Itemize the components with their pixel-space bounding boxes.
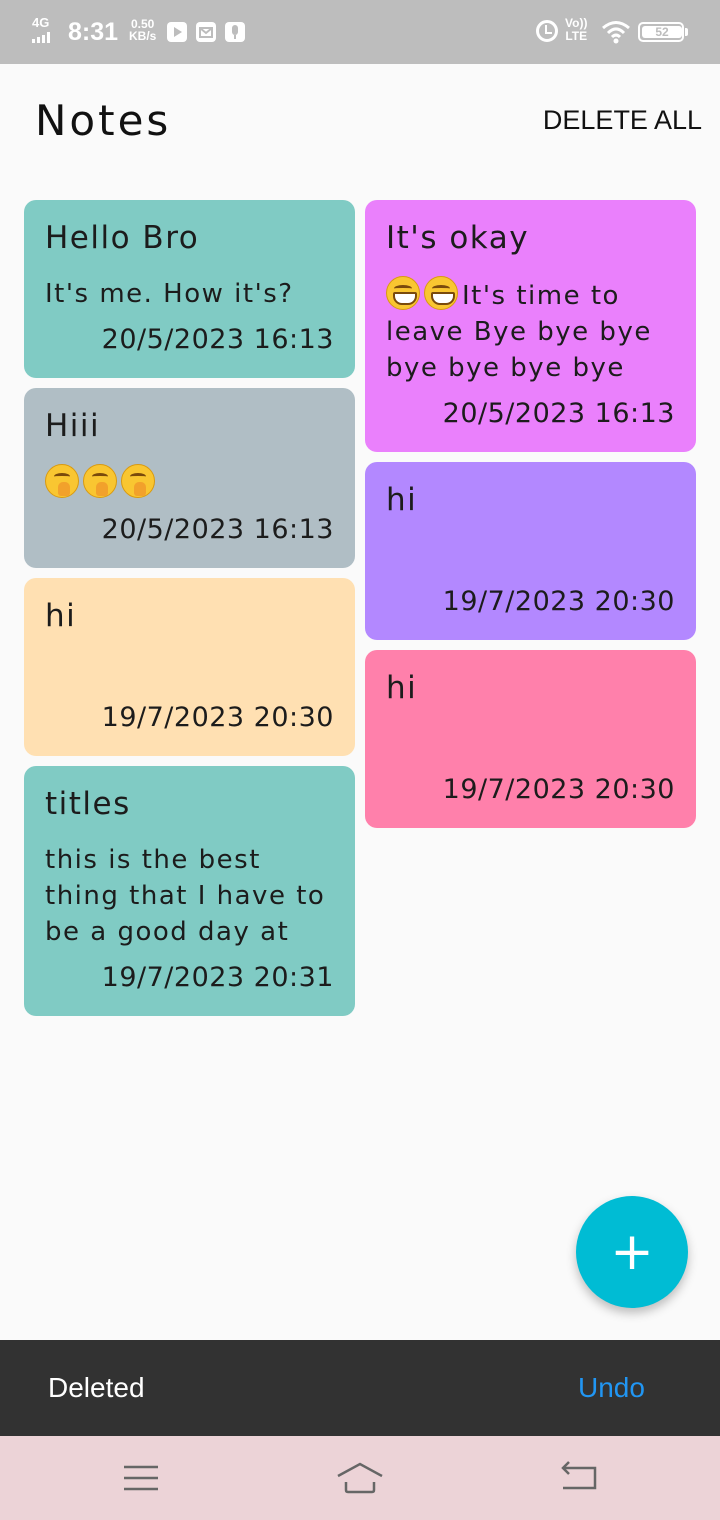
note-card[interactable]: Hiii 20/5/2023 16:13 (24, 388, 355, 568)
cellular-signal-icon: 4G (32, 16, 62, 44)
status-time: 8:31 (68, 18, 119, 46)
wifi-icon (601, 20, 631, 44)
network-speed: 0.50 KB/s (129, 18, 156, 42)
menu-icon[interactable] (116, 1454, 166, 1504)
note-date: 19/7/2023 20:30 (442, 586, 675, 617)
note-card[interactable]: It's okay It's time to leave Bye bye bye… (365, 200, 696, 452)
mic-icon (225, 22, 245, 42)
note-body: this is the best thing that I have to be… (45, 845, 326, 947)
note-card[interactable]: titles this is the best thing that I hav… (24, 766, 355, 1016)
note-body (45, 464, 334, 502)
note-date: 20/5/2023 16:13 (442, 398, 675, 429)
note-date: 19/7/2023 20:31 (101, 962, 334, 993)
note-date: 19/7/2023 20:30 (101, 702, 334, 733)
speed-unit: KB/s (129, 29, 157, 43)
note-title: titles (45, 786, 131, 822)
youtube-icon (167, 22, 187, 42)
battery-level: 52 (642, 26, 682, 38)
note-card[interactable]: hi 19/7/2023 20:30 (24, 578, 355, 756)
shushing-face-icon (83, 464, 117, 498)
note-date: 20/5/2023 16:13 (101, 324, 334, 355)
note-body (386, 726, 675, 762)
note-card[interactable]: Hello Bro It's me. How it's? 20/5/2023 1… (24, 200, 355, 378)
grinning-face-icon (424, 276, 458, 310)
note-title: hi (45, 598, 77, 634)
delete-all-button[interactable]: DELETE ALL (543, 100, 702, 140)
notes-column-right: It's okay It's time to leave Bye bye bye… (365, 200, 696, 828)
note-body (386, 538, 675, 574)
note-card[interactable]: hi 19/7/2023 20:30 (365, 650, 696, 828)
volte-indicator: Vo)) LTE (565, 17, 587, 43)
mail-icon (196, 22, 216, 42)
note-card[interactable]: hi 19/7/2023 20:30 (365, 462, 696, 640)
snackbar: Deleted Undo (0, 1340, 720, 1436)
note-title: It's okay (386, 220, 530, 256)
undo-button[interactable]: Undo (578, 1369, 645, 1407)
grinning-face-icon (386, 276, 420, 310)
snackbar-message: Deleted (48, 1372, 145, 1403)
alarm-icon (536, 20, 558, 42)
notes-column-left: Hello Bro It's me. How it's? 20/5/2023 1… (24, 200, 355, 1016)
note-title: Hello Bro (45, 220, 200, 256)
note-date: 19/7/2023 20:30 (442, 774, 675, 805)
shushing-face-icon (45, 464, 79, 498)
note-body: It's me. How it's? (45, 279, 294, 309)
note-date: 20/5/2023 16:13 (101, 514, 334, 545)
plus-icon: + (610, 1222, 654, 1282)
note-body: It's time to leave Bye bye bye bye bye b… (386, 276, 675, 386)
note-title: hi (386, 670, 418, 706)
page-title: Notes (35, 96, 172, 145)
back-icon[interactable] (555, 1454, 605, 1504)
add-note-button[interactable]: + (576, 1196, 688, 1308)
note-title: hi (386, 482, 418, 518)
volte-bottom: LTE (565, 29, 588, 43)
note-body (45, 654, 334, 690)
shushing-face-icon (121, 464, 155, 498)
network-type: 4G (32, 15, 50, 30)
battery-icon: 52 (638, 22, 688, 42)
system-nav-bar (0, 1436, 720, 1520)
status-bar: 4G 8:31 0.50 KB/s Vo)) LTE 52 (0, 0, 720, 64)
note-title: Hiii (45, 408, 101, 444)
home-icon[interactable] (335, 1454, 385, 1504)
